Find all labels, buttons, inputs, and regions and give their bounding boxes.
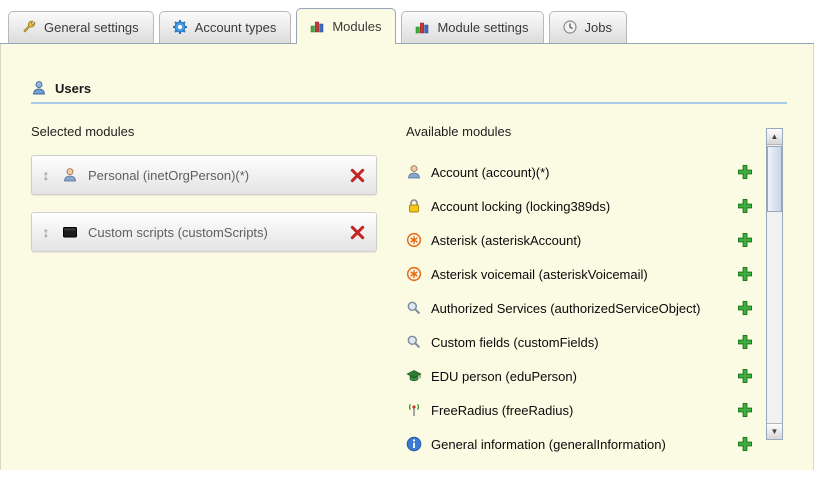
person-icon [406, 164, 422, 180]
antenna-icon [406, 402, 422, 418]
drag-handle-icon[interactable]: ↕ [40, 167, 52, 183]
users-section-header: Users [31, 80, 787, 104]
selected-module-label: Personal (inetOrgPerson)(*) [88, 168, 339, 183]
tab-account-types[interactable]: Account types [159, 11, 292, 43]
available-module-label: Asterisk (asteriskAccount) [431, 233, 581, 248]
add-module-button[interactable] [737, 266, 753, 282]
remove-module-button[interactable] [349, 224, 366, 241]
gear-icon [172, 19, 188, 35]
tab-label: Account types [195, 20, 277, 35]
available-module-label: Asterisk voicemail (asteriskVoicemail) [431, 267, 648, 282]
available-module-label: General information (generalInformation) [431, 437, 666, 452]
lam-configuration-page: General settings Account types Modules M… [0, 0, 814, 478]
available-module-row: Account (account)(*) [406, 155, 753, 189]
tab-label: Module settings [437, 20, 528, 35]
module-columns: Selected modules ↕ Personal (inetOrgPers… [31, 120, 813, 461]
available-module-label: EDU person (eduPerson) [431, 369, 577, 384]
available-module-row: Asterisk voicemail (asteriskVoicemail) [406, 257, 753, 291]
add-module-button[interactable] [737, 232, 753, 248]
tab-label: Modules [332, 19, 381, 34]
tab-label: General settings [44, 20, 139, 35]
tab-jobs[interactable]: Jobs [549, 11, 627, 43]
module-settings-icon [414, 19, 430, 35]
user-icon [31, 80, 47, 96]
available-module-row: Authorized Services (authorizedServiceOb… [406, 291, 753, 325]
available-module-row: Custom fields (customFields) [406, 325, 753, 359]
add-module-button[interactable] [737, 300, 753, 316]
tab-general-settings[interactable]: General settings [8, 11, 154, 43]
selected-modules-panel: Selected modules ↕ Personal (inetOrgPers… [31, 120, 406, 461]
available-module-label: Custom fields (customFields) [431, 335, 599, 350]
available-module-label: Authorized Services (authorizedServiceOb… [431, 301, 701, 316]
available-modules-heading: Available modules [406, 124, 753, 139]
available-module-label: Account (account)(*) [431, 165, 550, 180]
info-icon [406, 436, 422, 452]
selected-modules-heading: Selected modules [31, 124, 406, 139]
available-module-row: FreeRadius (freeRadius) [406, 393, 753, 427]
lock-icon [406, 198, 422, 214]
tab-modules[interactable]: Modules [296, 8, 396, 44]
script-icon [62, 224, 78, 240]
selected-module-label: Custom scripts (customScripts) [88, 225, 339, 240]
selected-module-row[interactable]: ↕ Custom scripts (customScripts) [31, 212, 377, 252]
remove-module-button[interactable] [349, 167, 366, 184]
asterisk-icon [406, 232, 422, 248]
modules-icon [309, 18, 325, 34]
graduation-icon [406, 368, 422, 384]
section-title: Users [55, 81, 91, 96]
asterisk-icon [406, 266, 422, 282]
drag-handle-icon[interactable]: ↕ [40, 224, 52, 240]
tab-module-settings[interactable]: Module settings [401, 11, 543, 43]
search-icon [406, 300, 422, 316]
add-module-button[interactable] [737, 198, 753, 214]
add-module-button[interactable] [737, 436, 753, 452]
add-module-button[interactable] [737, 368, 753, 384]
available-modules-scrollbar[interactable]: ▲ ▼ [766, 128, 783, 440]
modules-tab-content: Users Selected modules ↕ Personal (inetO… [0, 44, 814, 470]
available-module-row: General information (generalInformation) [406, 427, 753, 461]
add-module-button[interactable] [737, 334, 753, 350]
add-module-button[interactable] [737, 402, 753, 418]
clock-icon [562, 19, 578, 35]
wrench-icon [21, 19, 37, 35]
available-module-row: Account locking (locking389ds) [406, 189, 753, 223]
available-module-label: FreeRadius (freeRadius) [431, 403, 573, 418]
scrollbar-thumb[interactable] [767, 146, 782, 212]
tab-bar: General settings Account types Modules M… [0, 0, 814, 44]
available-modules-panel: Available modules Account (account)(*) A… [406, 120, 813, 461]
person-icon [62, 167, 78, 183]
available-module-row: EDU person (eduPerson) [406, 359, 753, 393]
scroll-down-button[interactable]: ▼ [767, 423, 782, 439]
available-module-label: Account locking (locking389ds) [431, 199, 610, 214]
available-module-row: Asterisk (asteriskAccount) [406, 223, 753, 257]
search-icon [406, 334, 422, 350]
tab-label: Jobs [585, 20, 612, 35]
selected-module-row[interactable]: ↕ Personal (inetOrgPerson)(*) [31, 155, 377, 195]
add-module-button[interactable] [737, 164, 753, 180]
scroll-up-button[interactable]: ▲ [767, 129, 782, 145]
